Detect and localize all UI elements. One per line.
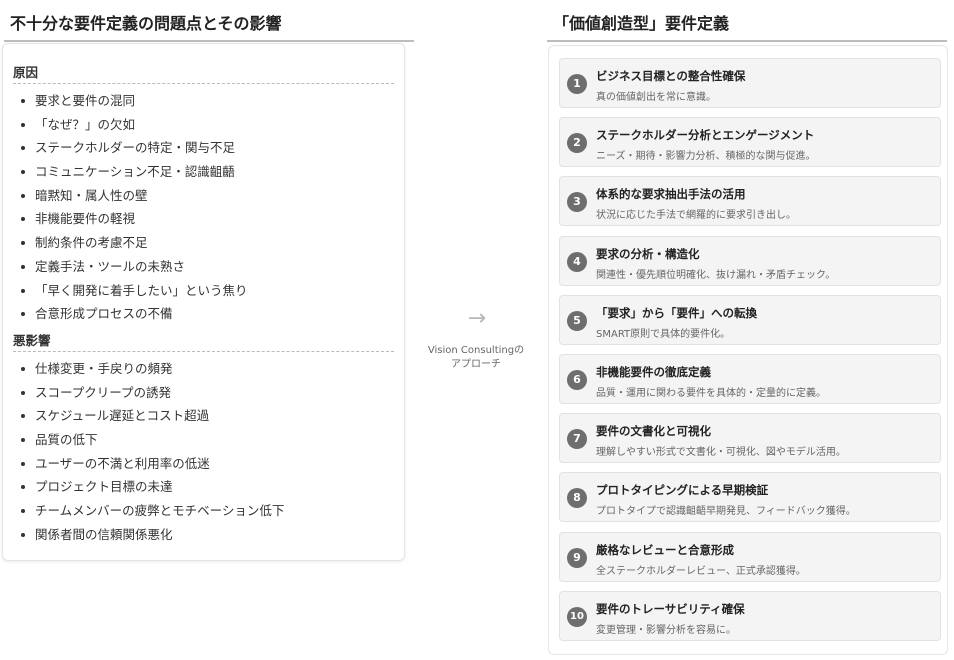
- step-card: 10 要件のトレーサビリティ確保 変更管理・影響分析を容易に。: [559, 590, 941, 641]
- step-card: 8 プロトタイピングによる早期検証プロトタイプで認識齟齬早期発見、フィードバック獲…: [559, 472, 941, 523]
- step-title: 要件の文書化と可視化: [596, 424, 711, 439]
- list-item: スコープクリープの誘発: [19, 381, 394, 405]
- step-description: 品質・運用に関わる要件を具体的・定量的に定義。: [596, 388, 826, 399]
- step-card: 3 体系的な要求抽出手法の活用状況に応じた手法で網羅的に要求引き出し。: [559, 176, 941, 227]
- step-title: 要求の分析・構造化: [596, 246, 700, 261]
- list-item: ユーザーの不満と利用率の低迷: [19, 452, 394, 476]
- list-item: 合意形成プロセスの不備: [19, 302, 394, 326]
- step-description: 変更管理・影響分析を容易に。: [596, 624, 736, 636]
- step-description: 関連性・優先順位明確化、抜け漏れ・矛盾チェック。: [596, 269, 836, 281]
- step-number-badge: 7: [567, 429, 587, 450]
- step-card: 9 厳格なレビューと合意形成全ステークホルダーレビュー、正式承認獲得。: [559, 531, 941, 582]
- problems-title: 不十分な要件定義の問題点とその影響: [4, 10, 414, 42]
- step-description: ニーズ・期待・影響力分析、積極的な関与促進。: [596, 151, 816, 163]
- step-title: 「要求」から「要件」への転換: [596, 305, 757, 320]
- step-number-badge: 2: [567, 133, 587, 154]
- step-number-badge: 6: [567, 370, 587, 390]
- step-number-badge: 4: [567, 251, 587, 272]
- solution-title: 「価値創造型」要件定義: [547, 10, 947, 42]
- list-item: 暗黙知・属人性の壁: [19, 184, 394, 208]
- step-card: 1 ビジネス目標との整合性確保 真の価値創出を常に意識。: [559, 58, 941, 108]
- step-description: プロトタイプで認識齟齬早期発見、フィードバック獲得。: [596, 506, 856, 518]
- list-item: 定義手法・ツールの未熟さ: [19, 255, 394, 279]
- step-number-badge: 9: [567, 547, 587, 568]
- list-item: 「なぜ？」の欠如: [19, 113, 394, 137]
- step-description: 状況に応じた手法で網羅的に要求引き出し。: [596, 210, 796, 222]
- step-title: 体系的な要求抽出手法の活用: [596, 187, 746, 202]
- list-item: 仕様変更・手戻りの頻発: [19, 357, 394, 381]
- causes-list: 要求と要件の混同 「なぜ？」の欠如 ステークホルダーの特定・関与不足 コミュニケーショ…: [13, 89, 394, 326]
- step-number-badge: 3: [567, 192, 587, 213]
- problems-card: 原因 要求と要件の混同 「なぜ？」の欠如 ステークホルダーの特定・関与不足 コミュニケ…: [2, 43, 405, 561]
- list-item: 「早く開発に着手したい」という焦り: [19, 279, 394, 303]
- list-item: プロジェクト目標の未達: [19, 475, 394, 499]
- list-item: 非機能要件の軽視: [19, 207, 394, 231]
- effects-list: 仕様変更・手戻りの頻発 スコープクリープの誘発 スケジュール遅延とコスト超過 品質の低…: [13, 357, 394, 547]
- approach-caption-line2: アプローチ: [451, 359, 501, 370]
- step-title: ステークホルダー分析とエンゲージメント: [596, 128, 815, 143]
- list-item: 要求と要件の混同: [19, 89, 394, 113]
- solution-steps-panel: 1 ビジネス目標との整合性確保 真の価値創出を常に意識。 2 ステークホルダー分析とエン…: [548, 45, 948, 655]
- step-number-badge: 8: [567, 488, 587, 509]
- step-description: 理解しやすい形式で文書化・可視化、図やモデル活用。: [596, 447, 846, 459]
- approach-caption: Vision Consultingの アプローチ: [418, 344, 534, 372]
- step-title: 非機能要件の徹底定義: [596, 365, 711, 379]
- step-description: 真の価値創出を常に意識。: [596, 92, 716, 103]
- list-item: チームメンバーの疲弊とモチベーション低下: [19, 499, 394, 523]
- step-description: SMART原則で具体的要件化。: [596, 328, 731, 340]
- list-item: 制約条件の考慮不足: [19, 231, 394, 255]
- page: 不十分な要件定義の問題点とその影響 原因 要求と要件の混同 「なぜ？」の欠如 ステー…: [0, 0, 954, 660]
- step-title: ビジネス目標との整合性確保: [596, 69, 746, 83]
- step-description: 全ステークホルダーレビュー、正式承認獲得。: [596, 565, 806, 577]
- step-number-badge: 10: [567, 606, 587, 627]
- effects-heading: 悪影響: [13, 330, 394, 352]
- step-title: 要件のトレーサビリティ確保: [596, 601, 745, 616]
- step-card: 4 要求の分析・構造化関連性・優先順位明確化、抜け漏れ・矛盾チェック。: [559, 235, 941, 286]
- step-card: 6 非機能要件の徹底定義品質・運用に関わる要件を具体的・定量的に定義。: [559, 354, 941, 404]
- list-item: 品質の低下: [19, 428, 394, 452]
- causes-heading: 原因: [13, 62, 394, 84]
- approach-caption-line1: Vision Consultingの: [427, 345, 525, 356]
- step-number-badge: 1: [567, 74, 587, 94]
- step-title: 厳格なレビューと合意形成: [596, 542, 734, 557]
- right-arrow-icon: →: [467, 306, 487, 331]
- list-item: スケジュール遅延とコスト超過: [19, 404, 394, 428]
- step-card: 5 「要求」から「要件」への転換 SMART原則で具体的要件化。: [559, 294, 941, 345]
- step-title: プロトタイピングによる早期検証: [596, 483, 769, 498]
- step-number-badge: 5: [567, 310, 587, 331]
- list-item: ステークホルダーの特定・関与不足: [19, 136, 394, 160]
- step-card: 2 ステークホルダー分析とエンゲージメント ニーズ・期待・影響力分析、積極的な関与促…: [559, 117, 941, 168]
- list-item: コミュニケーション不足・認識齟齬: [19, 160, 394, 184]
- step-card: 7 要件の文書化と可視化理解しやすい形式で文書化・可視化、図やモデル活用。: [559, 413, 941, 464]
- list-item: 関係者間の信頼関係悪化: [19, 523, 394, 547]
